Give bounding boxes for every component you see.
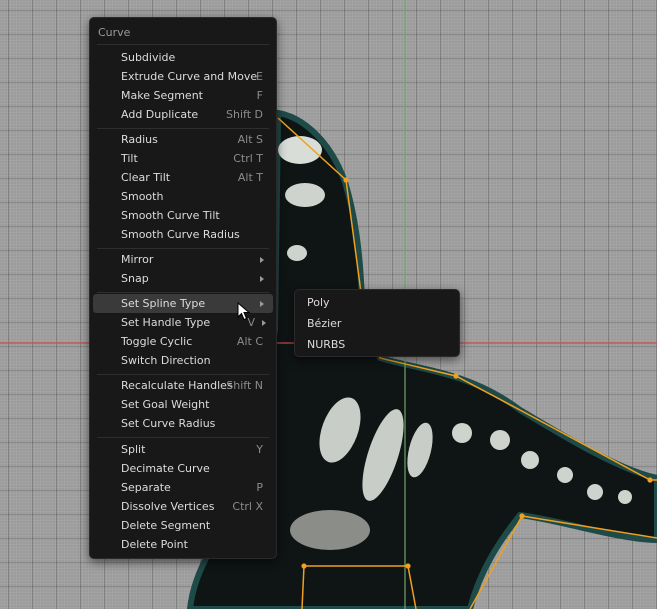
menu-item-label: Delete Point [121,538,188,551]
bone-shape [557,467,573,483]
control-point [343,177,349,183]
menu-item-delete-segment[interactable]: Delete Segment [93,516,273,535]
menu-item-extrude-curve-and-move[interactable]: Extrude Curve and Move E [93,67,273,86]
menu-item-shortcut: Alt S [237,133,263,146]
bone-shape [452,423,472,443]
submenu-item-poly[interactable]: Poly [298,293,456,312]
bone-shape [290,510,370,550]
menu-item-label: Set Goal Weight [121,398,210,411]
menu-item-label: Recalculate Handles [121,379,233,392]
menu-item-label: Set Handle Type [121,316,211,329]
bone-shape [285,183,325,207]
menu-item-recalculate-handles[interactable]: Recalculate Handles Shift N [93,376,273,395]
menu-item-label: Smooth Curve Radius [121,228,240,241]
menu-title-divider [97,44,269,45]
menu-item-label: Add Duplicate [121,108,199,121]
menu-item-smooth-curve-tilt[interactable]: Smooth Curve Tilt [93,206,273,225]
menu-item-set-goal-weight[interactable]: Set Goal Weight [93,395,273,414]
menu-item-label: Switch Direction [121,354,211,367]
menu-separator [97,292,269,293]
menu-item-label: Delete Segment [121,519,211,532]
menu-item-label: Separate [121,481,171,494]
menu-item-shortcut: Alt T [237,171,263,184]
menu-item-label: Make Segment [121,89,203,102]
menu-item-label: Mirror [121,253,154,266]
menu-item-decimate-curve[interactable]: Decimate Curve [93,459,273,478]
menu-item-shortcut: Shift N [226,379,263,392]
menu-item-snap[interactable]: Snap [93,269,273,288]
control-point [519,513,525,519]
submenu-item-nurbs[interactable]: NURBS [298,335,456,354]
bone-shape [587,484,603,500]
menu-item-label: Smooth [121,190,164,203]
menu-item-label: Smooth Curve Tilt [121,209,220,222]
mouse-cursor-icon [237,302,251,321]
control-point [405,563,411,569]
submenu-item-label: NURBS [307,338,346,351]
submenu-arrow-icon [260,275,264,282]
menu-item-switch-direction[interactable]: Switch Direction [93,351,273,370]
menu-item-subdivide[interactable]: Subdivide [93,48,273,67]
bone-shape [287,245,307,261]
menu-item-shortcut: P [256,481,263,494]
menu-item-dissolve-vertices[interactable]: Dissolve Vertices Ctrl X [93,497,273,516]
menu-item-radius[interactable]: Radius Alt S [93,130,273,149]
submenu-arrow-icon [260,300,264,307]
menu-item-delete-point[interactable]: Delete Point [93,535,273,554]
menu-item-split[interactable]: Split Y [93,440,273,459]
menu-item-label: Extrude Curve and Move [121,70,258,83]
menu-item-label: Toggle Cyclic [121,335,193,348]
submenu-item-label: Bézier [307,317,342,330]
menu-item-separate[interactable]: Separate P [93,478,273,497]
menu-item-shortcut: Shift D [226,108,263,121]
menu-item-label: Set Curve Radius [121,417,216,430]
curve-context-menu: Curve Subdivide Extrude Curve and Move E… [89,17,277,559]
bone-shape [618,490,632,504]
menu-separator [97,437,269,438]
menu-separator [97,248,269,249]
menu-separator [97,374,269,375]
menu-item-make-segment[interactable]: Make Segment F [93,86,273,105]
submenu-item-label: Poly [307,296,330,309]
menu-item-shortcut: Y [256,443,263,456]
control-point [453,373,459,379]
bone-shape [490,430,510,450]
menu-item-shortcut: Ctrl T [233,152,263,165]
menu-item-shortcut: Ctrl X [232,500,263,513]
menu-item-label: Decimate Curve [121,462,210,475]
control-point [647,477,653,483]
menu-separator [97,128,269,129]
menu-item-label: Set Spline Type [121,297,206,310]
menu-item-tilt[interactable]: Tilt Ctrl T [93,149,273,168]
spline-type-submenu: Poly Bézier NURBS [294,289,460,357]
menu-title: Curve [98,26,131,39]
menu-item-label: Subdivide [121,51,176,64]
submenu-arrow-icon [262,319,266,326]
menu-item-toggle-cyclic[interactable]: Toggle Cyclic Alt C [93,332,273,351]
menu-item-label: Clear Tilt [121,171,171,184]
submenu-item-bezier[interactable]: Bézier [298,314,456,333]
menu-item-mirror[interactable]: Mirror [93,250,273,269]
menu-item-shortcut: F [256,89,263,102]
menu-item-label: Dissolve Vertices [121,500,215,513]
bone-shape [521,451,539,469]
menu-item-shortcut: Alt C [236,335,263,348]
menu-item-label: Tilt [121,152,138,165]
menu-item-label: Radius [121,133,158,146]
menu-item-label: Split [121,443,146,456]
menu-item-add-duplicate[interactable]: Add Duplicate Shift D [93,105,273,124]
menu-item-clear-tilt[interactable]: Clear Tilt Alt T [93,168,273,187]
menu-item-smooth[interactable]: Smooth [93,187,273,206]
bone-shape [278,136,322,164]
menu-item-smooth-curve-radius[interactable]: Smooth Curve Radius [93,225,273,244]
menu-item-shortcut: E [256,70,263,83]
submenu-arrow-icon [260,256,264,263]
menu-item-set-curve-radius[interactable]: Set Curve Radius [93,414,273,433]
control-point [301,563,307,569]
menu-item-label: Snap [121,272,149,285]
